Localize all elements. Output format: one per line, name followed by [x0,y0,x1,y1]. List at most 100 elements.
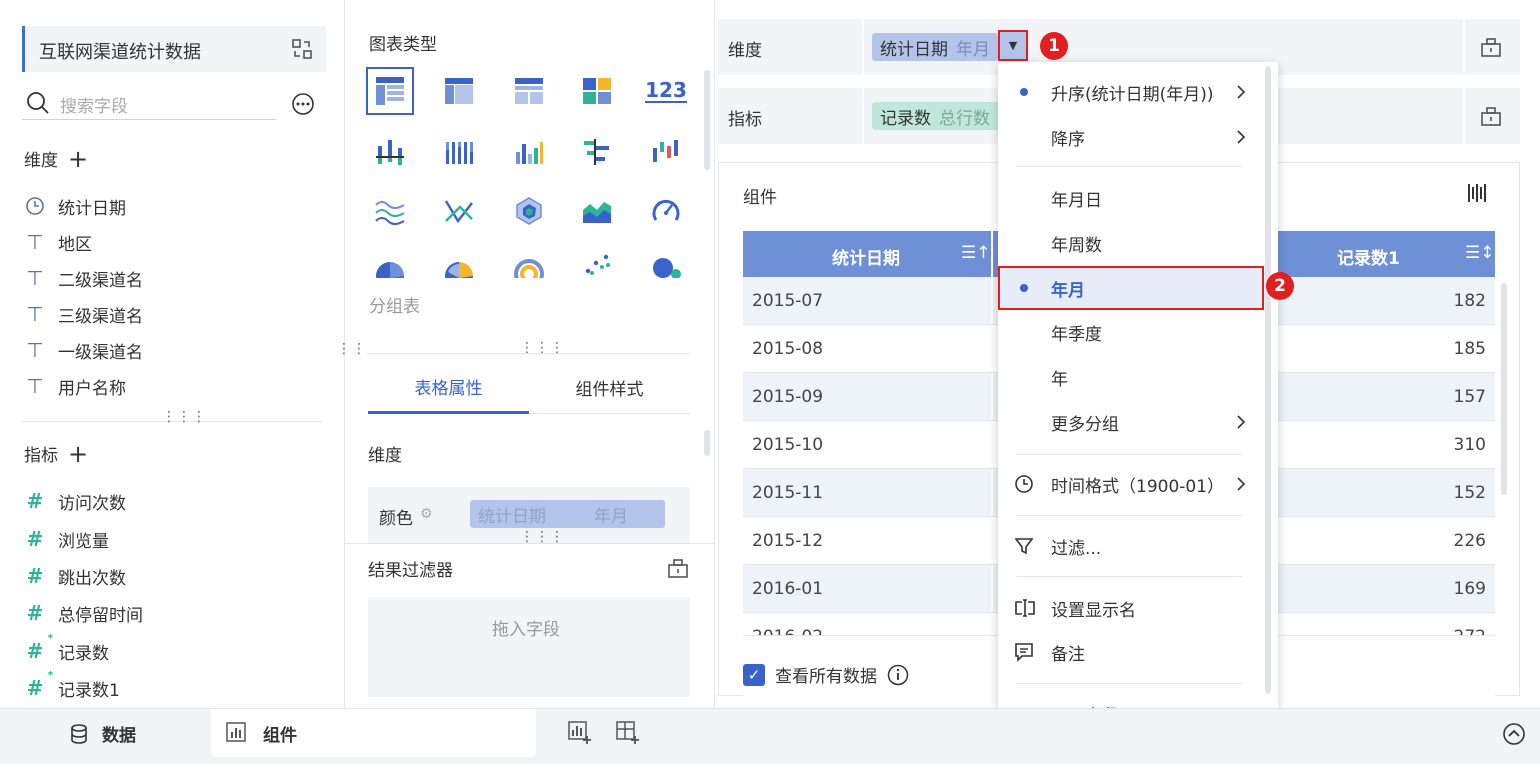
barcode-icon[interactable] [1467,183,1489,203]
add-dashboard-icon[interactable] [616,721,640,745]
cell-value: 182 [1453,291,1486,311]
view-all-data-checkbox[interactable]: ✓ 查看所有数据 [743,662,909,687]
chevron-right-icon [1236,129,1246,145]
line-chart-icon[interactable] [366,187,414,235]
field-item-metric[interactable]: # * 记录数 [24,633,109,666]
color-label: 颜色 [379,509,413,529]
table-chart-icon[interactable] [366,67,414,115]
menu-label: 过滤... [1051,538,1102,559]
tab-component-label: 组件 [263,726,297,746]
column-header-date[interactable]: 统计日期 [832,244,900,269]
lock-field-icon[interactable] [1480,36,1502,58]
radar-chart-icon[interactable] [505,187,553,235]
chart-type-title: 图表类型 [369,35,437,55]
switch-dataset-icon[interactable] [291,38,313,60]
menu-item-year[interactable]: 年 [998,357,1260,397]
info-icon[interactable] [887,664,909,686]
tab-data[interactable]: 数据 [68,721,136,746]
field-item-dimension[interactable]: ⊤ 二级渠道名 [24,263,143,293]
menu-item-year-month[interactable]: 年月 [998,266,1264,310]
collapse-up-icon[interactable] [1502,722,1526,746]
field-item-metric[interactable]: # 访问次数 [24,486,126,516]
table-scrollbar[interactable] [1501,283,1507,495]
sort-icon[interactable]: ☰↑ [961,243,990,263]
field-label: 记录数1 [58,680,120,701]
menu-item-year-week[interactable]: 年周数 [998,223,1260,263]
sort-icon[interactable]: ☰↕ [1465,243,1494,263]
rose-chart-icon[interactable] [435,250,483,278]
settings-icon[interactable]: ⚙ [420,506,433,522]
step-badge-1: 1 [1040,32,1068,60]
column-chart-icon[interactable] [505,128,553,176]
lock-field-icon[interactable] [1480,105,1502,127]
multi-bar-icon[interactable] [435,128,483,176]
resize-handle[interactable]: ⋮⋮⋮ [162,410,207,424]
menu-item-more-groups[interactable]: 更多分组 [998,402,1260,442]
field-item-dimension[interactable]: ⊤ 一级渠道名 [24,335,143,365]
search-box[interactable]: 搜索字段 [22,86,276,120]
field-item-metric[interactable]: # 跳出次数 [24,561,126,591]
column-header-count[interactable]: 记录数1 [1337,244,1400,269]
scatter-chart-icon[interactable] [573,250,621,278]
grouped-bar-icon[interactable] [366,128,414,176]
add-component-icon[interactable] [568,721,592,745]
parallel-line-icon[interactable] [435,187,483,235]
menu-scrollbar[interactable] [1265,66,1271,694]
menu-item-note[interactable]: 备注 [998,632,1260,672]
waterfall-chart-icon[interactable] [642,128,690,176]
dataset-selector[interactable]: 互联网渠道统计数据 [22,26,326,72]
chart-type-scrollbar[interactable] [704,70,710,170]
menu-item-time-format[interactable]: 时间格式（1900-01） [998,464,1260,504]
kpi-card-icon[interactable] [573,67,621,115]
sunburst-chart-icon[interactable] [505,250,553,278]
tab-component-style[interactable]: 组件样式 [529,362,690,414]
component-label: 组件 [743,188,777,208]
field-item-metric[interactable]: # 总停留时间 [24,598,143,628]
resize-handle[interactable]: ⋮⋮⋮ [520,341,565,355]
number-chart-icon[interactable]: 123 [642,67,690,115]
add-dimension-icon[interactable]: + [68,147,88,171]
color-field-pill[interactable]: 统计日期 年月 [470,500,665,528]
menu-item-year-month-day[interactable]: 年月日 [998,178,1260,218]
area-chart-icon[interactable] [573,187,621,235]
tab-label: 组件样式 [575,380,644,400]
tab-component[interactable]: 组件 [211,709,536,757]
field-label: 浏览量 [58,531,109,552]
number-chart-label: 123 [645,78,687,103]
pie-chart-icon[interactable] [366,250,414,278]
config-scrollbar[interactable] [704,430,710,456]
menu-item-filter[interactable]: 过滤... [998,526,1260,566]
resize-handle[interactable]: ⋮⋮⋮ [520,530,565,544]
divider [862,19,864,75]
menu-item-year-quarter[interactable]: 年季度 [998,312,1260,352]
caret-down-icon: ▼ [1008,39,1018,52]
field-item-dimension[interactable]: ⊤ 三级渠道名 [24,299,143,329]
gauge-chart-icon[interactable] [642,187,690,235]
field-label: 总停留时间 [58,605,143,626]
filter-drop-zone[interactable]: 拖入字段 [368,597,690,697]
cell-value: 272 [1454,627,1486,635]
field-item-dimension[interactable]: ⊤ 用户名称 [24,371,126,401]
more-icon[interactable] [291,92,315,116]
lock-field-icon[interactable] [667,557,689,579]
checkbox-checked-icon[interactable]: ✓ [743,663,765,686]
menu-divider [1016,454,1242,455]
field-item-dimension[interactable]: 统计日期 [24,191,126,221]
menu-item-set-display-name[interactable]: 设置显示名 [998,588,1260,628]
add-metric-icon[interactable]: + [68,442,88,466]
detail-table-icon[interactable] [505,67,553,115]
search-input[interactable]: 搜索字段 [60,92,128,117]
field-item-dimension[interactable]: ⊤ 地区 [24,227,92,257]
dimension-pill[interactable]: 统计日期 年月 [872,33,998,61]
bubble-chart-icon[interactable] [642,250,690,278]
tab-table-properties[interactable]: 表格属性 [368,362,529,414]
horizontal-bar-icon[interactable] [573,128,621,176]
menu-label: 年季度 [1051,324,1102,345]
pill-dropdown-button[interactable]: ▼ [998,30,1028,61]
field-item-metric[interactable]: # * 记录数1 [24,670,120,703]
menu-item-descending[interactable]: 降序 [998,117,1260,157]
column-divider [991,517,993,564]
field-item-metric[interactable]: # 浏览量 [24,524,109,554]
cross-table-icon[interactable] [435,67,483,115]
menu-item-ascending[interactable]: 升序(统计日期(年月)) [998,72,1260,112]
